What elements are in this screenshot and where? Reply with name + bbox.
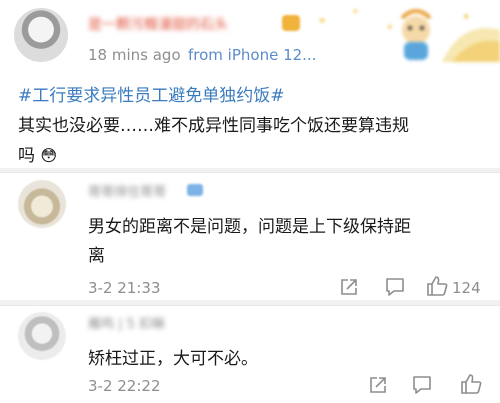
comment-icon[interactable] [411, 375, 433, 395]
comment-text-line-2: 离 [88, 246, 105, 266]
post-timestamp: 18 mins ago [88, 46, 181, 64]
comment-avatar[interactable] [18, 312, 66, 360]
post-author-name[interactable]: 是一颗污糗漫甜的石头 [88, 14, 228, 34]
svg-text:✦: ✦ [318, 16, 326, 27]
comment-author-name[interactable]: 雁鸣 | 5 扣嘛 [88, 313, 165, 332]
share-icon[interactable] [368, 375, 388, 395]
verified-badge-icon [187, 184, 203, 196]
separator-line [0, 172, 500, 173]
post-author-avatar[interactable] [14, 8, 68, 62]
post-text-line-2: 吗 😳 [18, 141, 57, 166]
post-source[interactable]: from iPhone 12... [188, 46, 316, 64]
comment-text-line-1: 矫枉过正，大可不必。 [88, 349, 258, 369]
flushed-face-emoji-icon: 😳 [40, 146, 58, 165]
share-icon[interactable] [339, 277, 359, 297]
post-hashtag[interactable]: #工行要求异性员工避免单独约饭# [18, 81, 285, 106]
separator-line [0, 305, 500, 306]
svg-text:✦: ✦ [352, 7, 359, 16]
like-icon[interactable] [460, 373, 482, 395]
post-text-line-2-text: 吗 [18, 146, 35, 166]
comment-date: 3-2 21:33 [88, 279, 161, 297]
post-text-line-1: 其实也没必要……难不成异性同事吃个饭还要算违规 [18, 116, 409, 136]
svg-text:✦: ✦ [462, 12, 470, 23]
like-icon[interactable] [426, 275, 448, 297]
comment-icon[interactable] [384, 277, 406, 297]
comment-text-line-1: 男女的距离不是问题，问题是上下级保持距 [88, 217, 411, 237]
vip-badge-icon [282, 15, 300, 31]
comment-author-name[interactable]: 哥哥排住哥哥 [88, 181, 166, 200]
card-decoration-image: ✦ ✦ ✦ ✦ [312, 0, 500, 62]
comment-date: 3-2 22:22 [88, 377, 161, 395]
comment-avatar[interactable] [18, 180, 66, 228]
svg-text:✦: ✦ [386, 23, 394, 33]
like-count: 124 [452, 279, 481, 297]
